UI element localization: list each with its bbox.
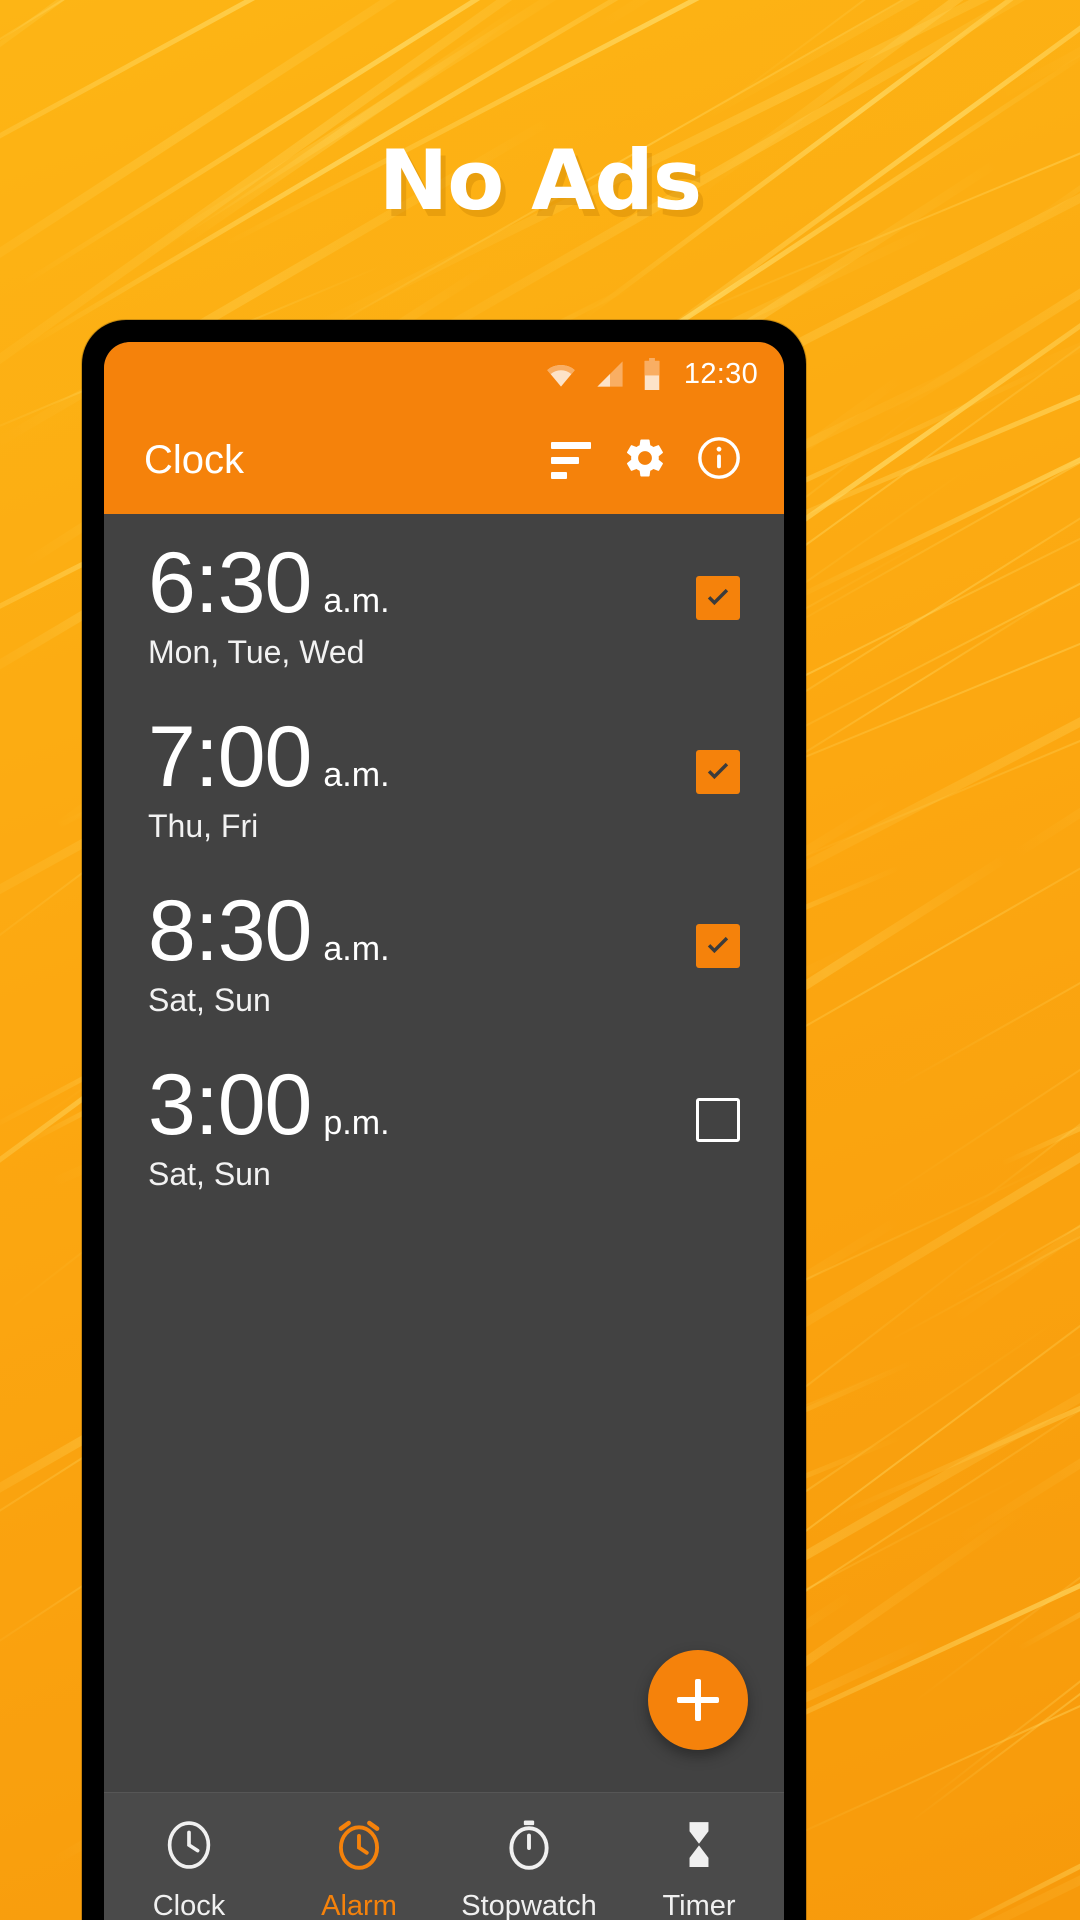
nav-item-clock[interactable]: Clock xyxy=(104,1793,274,1920)
status-bar: 12:30 xyxy=(104,342,784,406)
headline-text: No Ads xyxy=(378,132,702,229)
status-bar-clock: 12:30 xyxy=(683,357,758,390)
nav-item-stopwatch[interactable]: Stopwatch xyxy=(444,1793,614,1920)
alarm-list[interactable]: 6:30 a.m. Mon, Tue, Wed 7:00 a.m. Thu, F… xyxy=(104,514,784,1792)
alarm-toggle-checkbox[interactable] xyxy=(696,1098,740,1142)
alarm-time: 6:30 xyxy=(148,535,312,631)
app-bar: Clock xyxy=(104,406,784,514)
alarm-time-line: 3:00 p.m. xyxy=(148,1057,696,1153)
add-alarm-button[interactable] xyxy=(648,1650,748,1750)
alarm-info: 6:30 a.m. Mon, Tue, Wed xyxy=(148,535,696,671)
alarm-time-line: 8:30 a.m. xyxy=(148,883,696,979)
alarm-time: 8:30 xyxy=(148,883,312,979)
checkbox-unchecked-icon xyxy=(696,1098,740,1142)
alarm-time: 3:00 xyxy=(148,1057,312,1153)
stopwatch-icon xyxy=(503,1817,555,1878)
alarm-meridiem: a.m. xyxy=(323,582,390,620)
wifi-icon xyxy=(544,360,578,388)
nav-label: Clock xyxy=(152,1889,226,1920)
alarm-days: Mon, Tue, Wed xyxy=(148,633,365,670)
info-icon xyxy=(696,435,742,486)
checkbox-checked-icon xyxy=(696,750,740,794)
alarm-toggle-checkbox[interactable] xyxy=(696,750,740,794)
bottom-navigation: Clock Alarm Stopwatch Timer xyxy=(104,1792,784,1920)
nav-item-alarm[interactable]: Alarm xyxy=(274,1793,444,1920)
alarm-days: Sat, Sun xyxy=(148,981,271,1018)
battery-icon xyxy=(642,358,662,390)
clock-icon xyxy=(163,1817,215,1878)
alarm-list-item[interactable]: 6:30 a.m. Mon, Tue, Wed xyxy=(104,514,784,688)
alarm-days: Sat, Sun xyxy=(148,1155,271,1192)
cellular-signal-icon xyxy=(594,360,626,388)
alarm-toggle-checkbox[interactable] xyxy=(696,924,740,968)
alarm-days: Thu, Fri xyxy=(148,807,259,844)
nav-label: Alarm xyxy=(321,1889,397,1920)
phone-screen: 12:30 Clock 6:30 a.m. Mon, Tue, Wed 7:00… xyxy=(104,342,784,1920)
hourglass-icon xyxy=(673,1817,725,1878)
alarm-info: 3:00 p.m. Sat, Sun xyxy=(148,1057,696,1193)
nav-label: Timer xyxy=(662,1889,736,1920)
phone-mockup: 12:30 Clock 6:30 a.m. Mon, Tue, Wed 7:00… xyxy=(82,320,806,1920)
alarm-info: 7:00 a.m. Thu, Fri xyxy=(148,709,696,845)
gear-icon xyxy=(622,435,668,486)
alarm-time-line: 7:00 a.m. xyxy=(148,709,696,805)
about-button[interactable] xyxy=(682,423,756,497)
alarm-clock-icon xyxy=(333,1817,385,1878)
alarm-time: 7:00 xyxy=(148,709,312,805)
alarm-time-line: 6:30 a.m. xyxy=(148,535,696,631)
alarm-info: 8:30 a.m. Sat, Sun xyxy=(148,883,696,1019)
alarm-list-item[interactable]: 8:30 a.m. Sat, Sun xyxy=(104,862,784,1036)
app-title: Clock xyxy=(144,437,245,482)
plus-icon xyxy=(695,1679,701,1721)
nav-item-timer[interactable]: Timer xyxy=(614,1793,784,1920)
alarm-list-item[interactable]: 7:00 a.m. Thu, Fri xyxy=(104,688,784,862)
checkbox-checked-icon xyxy=(696,924,740,968)
nav-label: Stopwatch xyxy=(461,1889,597,1920)
alarm-toggle-checkbox[interactable] xyxy=(696,576,740,620)
settings-button[interactable] xyxy=(608,423,682,497)
alarm-meridiem: p.m. xyxy=(323,1104,390,1142)
alarm-meridiem: a.m. xyxy=(323,756,390,794)
alarm-meridiem: a.m. xyxy=(323,930,390,968)
alarm-list-item[interactable]: 3:00 p.m. Sat, Sun xyxy=(104,1036,784,1210)
sort-button[interactable] xyxy=(534,423,608,497)
checkbox-checked-icon xyxy=(696,576,740,620)
sort-icon xyxy=(551,441,591,479)
